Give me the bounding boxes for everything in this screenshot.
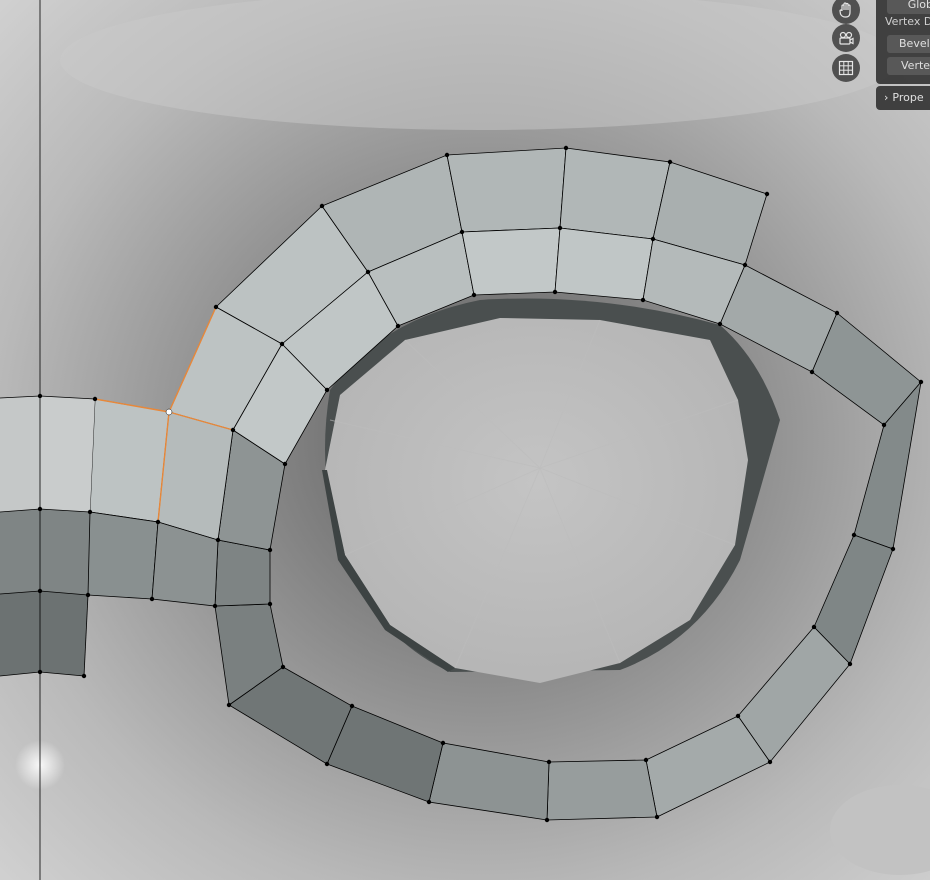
global-button[interactable]: Glob xyxy=(887,0,930,14)
camera-view-button[interactable] xyxy=(832,24,860,52)
grid-icon xyxy=(838,60,854,76)
ortho-toggle-button[interactable] xyxy=(832,54,860,82)
selected-vertex[interactable] xyxy=(165,408,173,416)
hand-icon xyxy=(839,2,851,18)
vertex-data-label: Vertex D xyxy=(885,15,930,28)
tube-strip-dark xyxy=(0,591,88,676)
camera-icon xyxy=(839,31,854,45)
properties-panel-header[interactable]: › Prope xyxy=(876,86,930,110)
properties-label: Prope xyxy=(892,91,924,104)
tube-strip-mid xyxy=(0,509,90,595)
chevron-right-icon: › xyxy=(884,91,889,104)
tool-options-panel: Glob Vertex D Bevel Vertex xyxy=(876,0,930,84)
vertex-button[interactable]: Vertex xyxy=(887,57,930,75)
bevel-button[interactable]: Bevel xyxy=(887,35,930,53)
3d-viewport[interactable] xyxy=(0,0,930,880)
